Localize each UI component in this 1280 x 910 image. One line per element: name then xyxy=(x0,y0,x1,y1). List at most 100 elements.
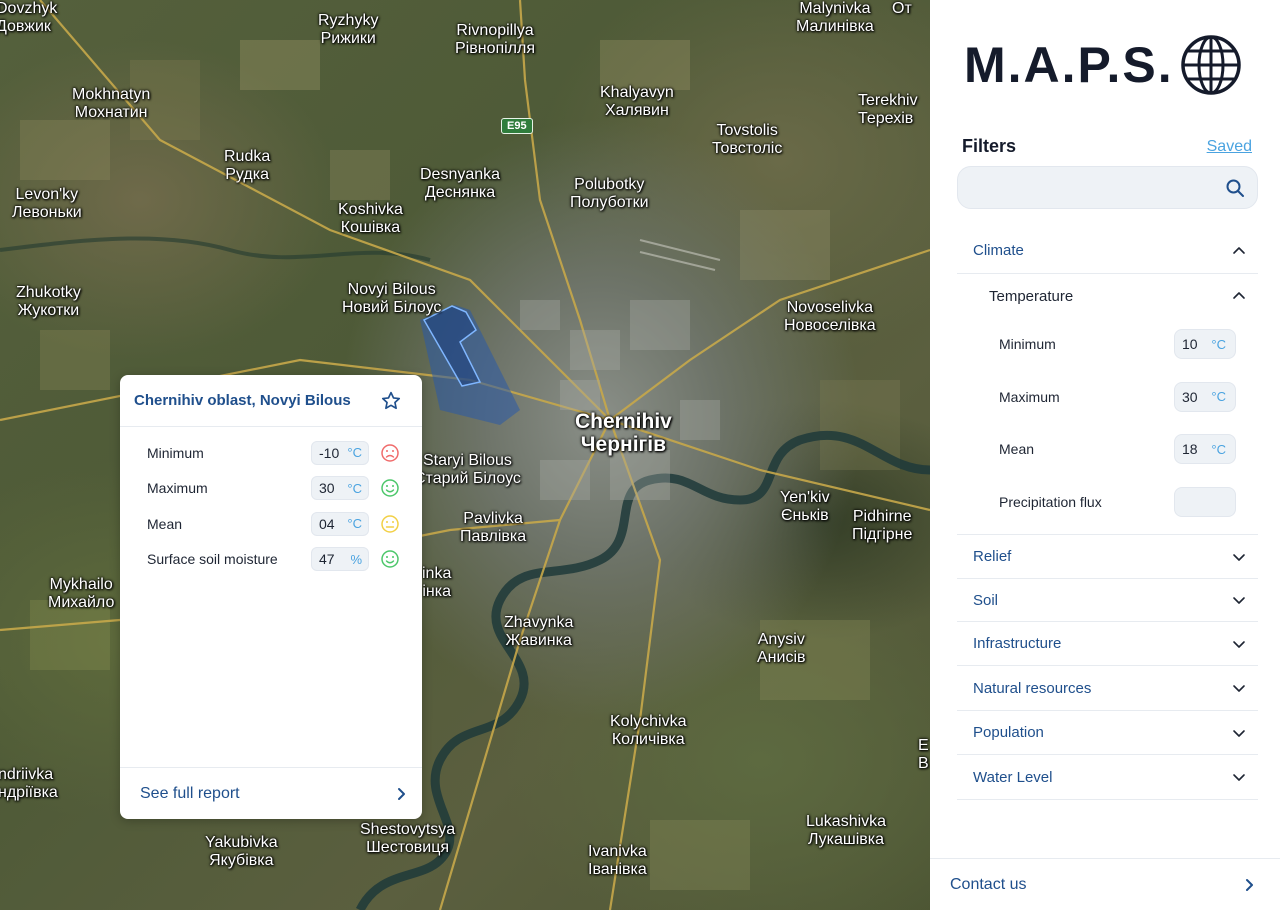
water-level-section-header[interactable]: Water Level xyxy=(957,755,1258,800)
place-label-pavlivka: Pavlivka Павлівка xyxy=(460,510,527,545)
place-label-kolychivka: Kolychivka Количівка xyxy=(610,713,687,748)
place-label-yakubivka: Yakubivka Якубівка xyxy=(205,834,278,869)
population-section-header[interactable]: Population xyxy=(957,711,1258,755)
param-value: 10 xyxy=(1182,336,1198,353)
contact-us-link[interactable]: Contact us xyxy=(930,858,1280,910)
param-value: 30 xyxy=(1182,388,1198,405)
chevron-down-icon xyxy=(1233,553,1245,561)
happy-face-icon xyxy=(381,550,399,568)
param-label: Precipitation flux xyxy=(999,493,1102,510)
relief-section-header[interactable]: Relief xyxy=(957,535,1258,579)
place-label-desnyanka: Desnyanka Деснянка xyxy=(420,166,501,201)
happy-face-icon xyxy=(381,479,399,497)
globe-icon xyxy=(1180,35,1241,95)
section-label: Relief xyxy=(973,548,1012,565)
contact-us-label: Contact us xyxy=(950,875,1027,893)
region-info-card: Chernihiv oblast, Novyi Bilous Minimum -… xyxy=(120,375,422,819)
metric-value: -10 xyxy=(319,444,340,461)
metric-value-chip: 47% xyxy=(311,547,369,572)
place-label-koshivka: Koshivka Кошівка xyxy=(338,201,403,236)
see-full-report-label: See full report xyxy=(140,784,240,802)
natural-resources-section-header[interactable]: Natural resources xyxy=(957,666,1258,711)
metric-unit: °C xyxy=(347,480,362,496)
satellite-map[interactable]: E95 Dovzhyk Довжик Ryzhyky Рижики Rivnopil… xyxy=(0,0,930,910)
param-value: 18 xyxy=(1182,441,1198,458)
soil-section-header[interactable]: Soil xyxy=(957,579,1258,622)
metric-row: Surface soil moisture 47% xyxy=(120,542,422,578)
filter-accordion: Climate Temperature Minimum 10 °C Maximum… xyxy=(957,228,1258,800)
place-label-terekhiv: Terekhiv Терехів xyxy=(858,92,918,127)
climate-section-body: Temperature Minimum 10 °C Maximum 30 °C Me… xyxy=(957,274,1258,535)
place-label-ryzhyky: Ryzhyky Рижики xyxy=(318,12,379,47)
metric-list: Minimum -10 °C Maximum 30 °C Mean 04 °C … xyxy=(120,427,422,577)
neutral-face-icon xyxy=(381,515,399,533)
param-label: Maximum xyxy=(999,388,1060,405)
saved-link[interactable]: Saved xyxy=(1207,138,1252,156)
param-row-precipitation-flux: Precipitation flux xyxy=(957,476,1258,529)
param-input-maximum[interactable]: 30 °C xyxy=(1174,381,1236,412)
section-label: Climate xyxy=(973,242,1024,259)
param-label: Minimum xyxy=(999,336,1056,353)
chevron-right-icon xyxy=(398,787,405,800)
place-label-ot: От xyxy=(892,0,912,17)
place-label-mokhnatyn: Mokhnatyn Мохнатин xyxy=(72,86,151,121)
place-label-rivnopillya: Rivnopillya Рівнопілля xyxy=(455,22,536,57)
param-input-minimum[interactable]: 10 °C xyxy=(1174,329,1236,360)
chevron-down-icon xyxy=(1233,685,1245,692)
star-icon[interactable] xyxy=(380,390,402,412)
section-label: Natural resources xyxy=(973,679,1092,697)
param-input-precipitation-flux[interactable] xyxy=(1174,486,1236,517)
place-label-zhukotky: Zhukotky Жукотки xyxy=(16,284,81,319)
metric-value: 47 xyxy=(319,551,335,568)
section-label: Water Level xyxy=(973,768,1053,786)
search-input[interactable] xyxy=(958,167,1225,208)
param-unit: °C xyxy=(1211,389,1226,405)
see-full-report-link[interactable]: See full report xyxy=(120,767,422,819)
param-row-mean: Mean 18 °C xyxy=(957,423,1258,476)
place-label-tovstolis: Tovstolis Товстоліс xyxy=(712,122,783,157)
chevron-up-icon xyxy=(1233,292,1245,299)
section-label: Population xyxy=(973,724,1044,741)
search-icon[interactable] xyxy=(1225,178,1245,198)
param-input-mean[interactable]: 18 °C xyxy=(1174,434,1236,465)
place-label-anysiv: Anysiv Анисів xyxy=(757,631,806,666)
param-unit: °C xyxy=(1211,441,1226,457)
chevron-right-icon xyxy=(1246,878,1253,891)
filters-sidebar: M.A.P.S. Filters Saved Climate Temperatu… xyxy=(930,0,1280,910)
place-label-staryi-bilous: Staryi Bilous Старий Білоус xyxy=(414,452,521,487)
place-label-andriivka: ndriivka ндріївка xyxy=(0,766,58,801)
subsection-label: Temperature xyxy=(989,287,1074,305)
place-label-rudka: Rudka Рудка xyxy=(224,148,271,183)
place-label-edge-e: ЕВ xyxy=(918,737,929,772)
card-title: Chernihiv oblast, Novyi Bilous xyxy=(134,392,351,409)
place-label-lukashivka: Lukashivka Лукашівка xyxy=(806,813,887,848)
place-label-malynivka: Malynivka Малинівка xyxy=(796,0,874,35)
metric-unit: °C xyxy=(347,516,362,532)
chevron-down-icon xyxy=(1233,774,1245,781)
metric-row: Maximum 30 °C xyxy=(120,471,422,507)
place-label-mykhailo: Mykhailo Михайло xyxy=(48,576,115,611)
place-label-inka: inka інка xyxy=(422,565,452,600)
filters-header: Filters Saved xyxy=(962,136,1252,157)
card-header: Chernihiv oblast, Novyi Bilous xyxy=(120,375,422,427)
metric-label: Minimum xyxy=(147,444,204,461)
place-label-shestovytsya: Shestovytsya Шестовиця xyxy=(360,821,456,856)
temperature-subsection-header[interactable]: Temperature xyxy=(957,274,1258,318)
place-label-zhavynka: Zhavynka Жавинка xyxy=(504,614,574,649)
place-label-chernihiv: Chernihiv Чернігів xyxy=(575,410,672,456)
place-label-polubotky: Polubotky Полуботки xyxy=(570,176,649,211)
place-label-yenkiv: Yen'kiv Єньків xyxy=(780,489,830,524)
climate-section-header[interactable]: Climate xyxy=(957,228,1258,274)
chevron-down-icon xyxy=(1233,729,1245,737)
param-row-maximum: Maximum 30 °C xyxy=(957,371,1258,424)
infrastructure-section-header[interactable]: Infrastructure xyxy=(957,622,1258,666)
place-label-ivanivka: Ivanivka Іванівка xyxy=(588,843,647,878)
road-shield-e95: E95 xyxy=(501,118,533,134)
section-label: Infrastructure xyxy=(973,635,1062,652)
place-label-levonky: Levon'ky Левоньки xyxy=(12,186,82,221)
chevron-down-icon xyxy=(1233,597,1245,604)
metric-value-chip: 30 °C xyxy=(311,476,369,501)
place-label-khalyavyn: Khalyavyn Халявин xyxy=(600,84,674,119)
param-unit: °C xyxy=(1211,336,1226,352)
metric-value-chip: 04 °C xyxy=(311,511,369,536)
